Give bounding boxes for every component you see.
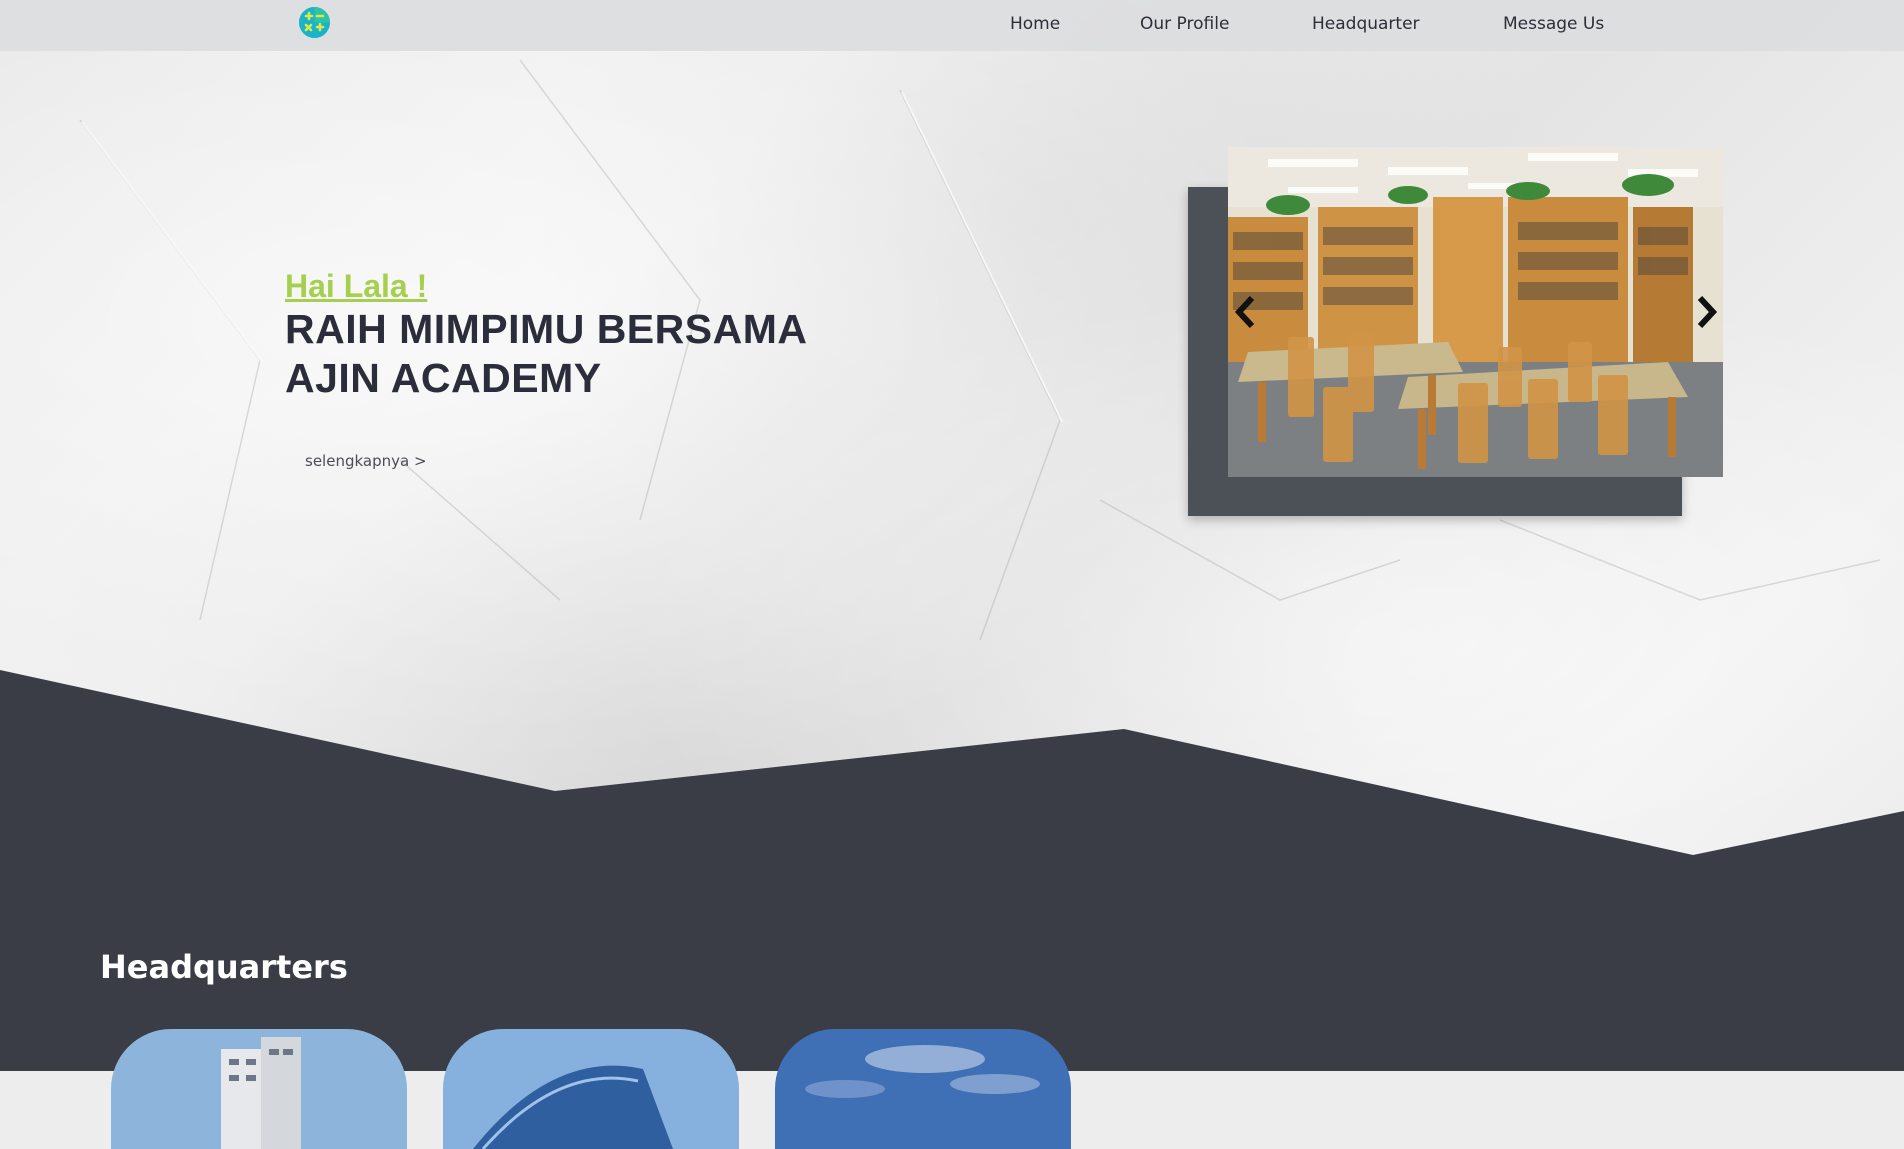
building-photo [443, 1029, 739, 1149]
headquarters-title: Headquarters [100, 948, 348, 986]
library-interior-image [1228, 147, 1723, 477]
sky-photo [775, 1029, 1071, 1149]
math-operators-logo-icon[interactable] [299, 7, 330, 38]
nav-headquarter[interactable]: Headquarter [1312, 14, 1420, 34]
chevron-left-icon[interactable] [1232, 294, 1262, 330]
headquarter-card-1[interactable] [111, 1029, 407, 1149]
building-photo [111, 1029, 407, 1149]
dark-section-background [0, 670, 1904, 1071]
image-carousel[interactable] [1228, 147, 1723, 477]
nav-home[interactable]: Home [1010, 14, 1060, 34]
nav-our-profile[interactable]: Our Profile [1140, 14, 1229, 34]
hero-headline-line1: RAIH MIMPIMU BERSAMA [285, 306, 808, 352]
headquarter-card-2[interactable] [443, 1029, 739, 1149]
nav-message-us[interactable]: Message Us [1503, 14, 1604, 34]
hero-headline-line2: AJIN ACADEMY [285, 355, 602, 401]
top-navbar: Home Our Profile Headquarter Message Us [0, 0, 1904, 51]
hero-greeting[interactable]: Hai Lala ! [285, 268, 427, 305]
chevron-right-icon[interactable] [1690, 294, 1720, 330]
hero-headline: RAIH MIMPIMU BERSAMA AJIN ACADEMY [285, 305, 905, 403]
headquarter-card-3[interactable] [775, 1029, 1071, 1149]
read-more-link[interactable]: selengkapnya > [305, 452, 427, 470]
